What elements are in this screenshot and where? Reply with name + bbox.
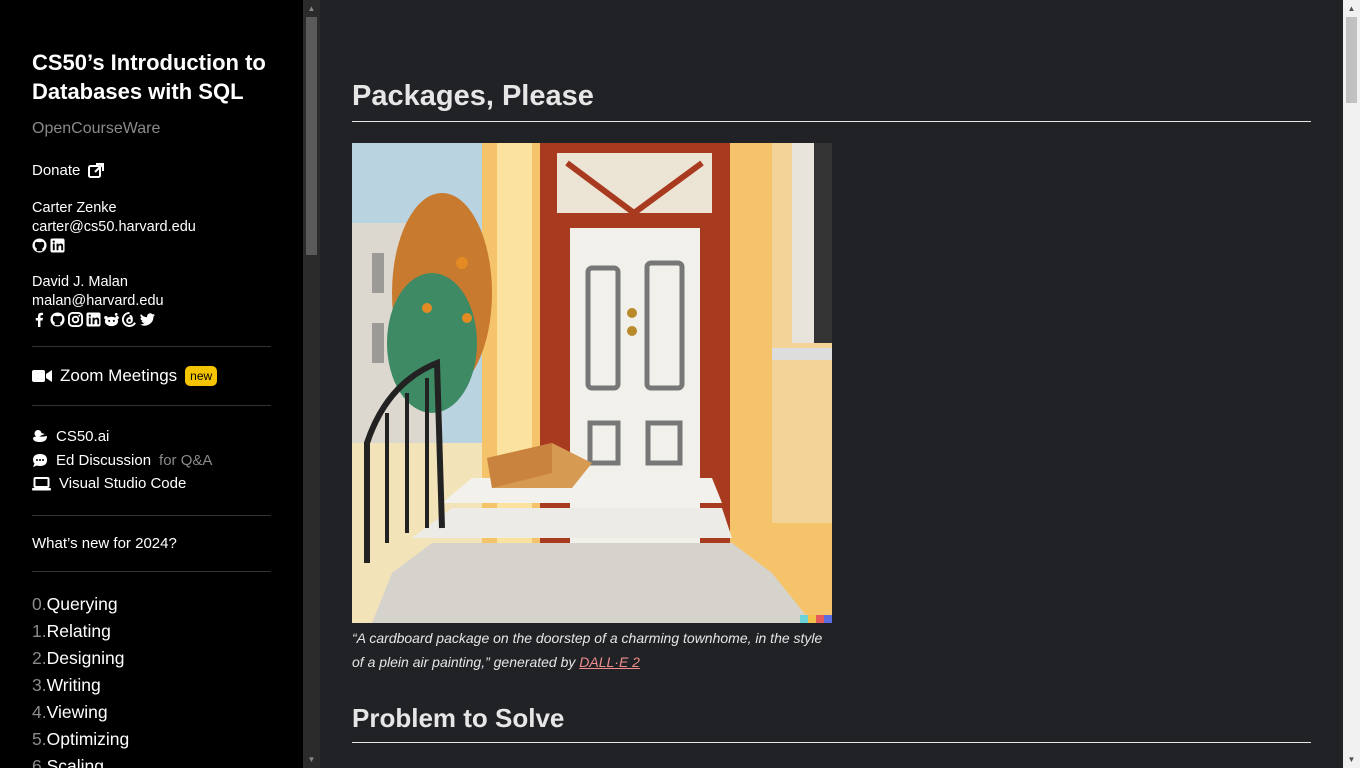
person-email[interactable]: carter@cs50.harvard.edu: [32, 218, 271, 237]
section-heading: Problem to Solve: [352, 703, 1311, 743]
divider: [32, 405, 271, 406]
page-scrollbar[interactable]: ▲ ▼: [1343, 0, 1360, 768]
lecture-number: 4.: [32, 701, 47, 722]
laptop-icon: [32, 476, 51, 491]
lecture-title: Designing: [46, 647, 125, 668]
lecture-title: Viewing: [46, 701, 108, 722]
divider: [32, 346, 271, 347]
lecture-item[interactable]: 3.Writing: [32, 672, 271, 699]
scroll-up-arrow-icon[interactable]: ▲: [1343, 0, 1360, 17]
github-icon[interactable]: [32, 238, 47, 253]
link-label: Visual Studio Code: [59, 475, 187, 493]
dall-e-link[interactable]: DALL·E 2: [579, 654, 640, 670]
scroll-down-arrow-icon[interactable]: ▼: [1343, 751, 1360, 768]
person-david: David J. Malan malan@harvard.edu: [32, 273, 271, 327]
lecture-number: 3.: [32, 674, 47, 695]
doorstep-package-painting: [352, 143, 832, 623]
course-title[interactable]: CS50’s Introduction to Databases with SQ…: [32, 48, 271, 106]
facebook-icon[interactable]: [32, 312, 47, 327]
lecture-number: 0.: [32, 593, 47, 614]
person-carter: Carter Zenke carter@cs50.harvard.edu: [32, 199, 271, 253]
sidebar-scrollbar-thumb[interactable]: [306, 17, 317, 255]
instagram-icon[interactable]: [68, 312, 83, 327]
person-name: Carter Zenke: [32, 200, 117, 216]
link-suffix: for Q&A: [159, 451, 213, 469]
zoom-meetings-link[interactable]: Zoom Meetings new: [32, 366, 271, 386]
page-scrollbar-thumb[interactable]: [1346, 17, 1357, 103]
donate-link[interactable]: Donate: [32, 162, 271, 179]
lecture-number: 5.: [32, 728, 47, 749]
new-badge: new: [185, 366, 218, 386]
github-icon[interactable]: [50, 312, 65, 327]
donate-label: Donate: [32, 162, 81, 179]
chat-icon: [33, 453, 47, 467]
lecture-item[interactable]: 0.Querying: [32, 591, 271, 618]
main-content: Packages, Please “A cardboard package on…: [320, 0, 1343, 768]
link-label: Ed Discussion: [56, 451, 152, 469]
page-title: Packages, Please: [352, 80, 1311, 122]
sidebar-scrollbar[interactable]: ▲ ▼: [303, 0, 320, 768]
lecture-number: 2.: [32, 647, 47, 668]
lecture-number: 6.: [32, 755, 47, 768]
visual-studio-code-link[interactable]: Visual Studio Code: [32, 472, 271, 496]
person-email[interactable]: malan@harvard.edu: [32, 292, 271, 311]
person-name: David J. Malan: [32, 274, 128, 290]
whats-new-link[interactable]: What’s new for 2024?: [32, 535, 271, 552]
link-label: CS50.ai: [56, 428, 110, 446]
lecture-item[interactable]: 2.Designing: [32, 645, 271, 672]
lecture-title: Writing: [46, 674, 101, 695]
scroll-up-arrow-icon[interactable]: ▲: [303, 0, 320, 17]
twitter-icon[interactable]: [140, 312, 155, 327]
lecture-title: Relating: [46, 620, 111, 641]
lecture-item[interactable]: 5.Optimizing: [32, 726, 271, 753]
lecture-number: 1.: [32, 620, 47, 641]
reddit-icon[interactable]: [104, 312, 119, 327]
linkedin-icon[interactable]: [50, 238, 65, 253]
figure-caption: “A cardboard package on the doorstep of …: [352, 626, 832, 674]
opencourseware-label: OpenCourseWare: [32, 120, 161, 137]
divider: [32, 570, 271, 572]
ed-discussion-link[interactable]: Ed Discussion for Q&A: [32, 449, 271, 473]
linkedin-icon[interactable]: [86, 312, 101, 327]
lecture-list: 0.Querying 1.Relating 2.Designing 3.Writ…: [32, 591, 271, 768]
threads-icon[interactable]: [122, 312, 137, 327]
video-camera-icon: [32, 370, 52, 382]
lecture-title: Querying: [46, 593, 118, 614]
zoom-label: Zoom Meetings: [60, 366, 178, 385]
lecture-title: Scaling: [46, 755, 105, 768]
lecture-item[interactable]: 6.Scaling: [32, 753, 271, 768]
lecture-title: Optimizing: [46, 728, 130, 749]
lecture-item[interactable]: 1.Relating: [32, 618, 271, 645]
divider: [32, 514, 271, 516]
scroll-down-arrow-icon[interactable]: ▼: [303, 751, 320, 768]
lecture-item[interactable]: 4.Viewing: [32, 699, 271, 726]
duck-icon: [33, 430, 47, 443]
sidebar: CS50’s Introduction to Databases with SQ…: [0, 0, 303, 768]
cs50-ai-link[interactable]: CS50.ai: [32, 425, 271, 449]
external-link-icon: [88, 162, 105, 178]
